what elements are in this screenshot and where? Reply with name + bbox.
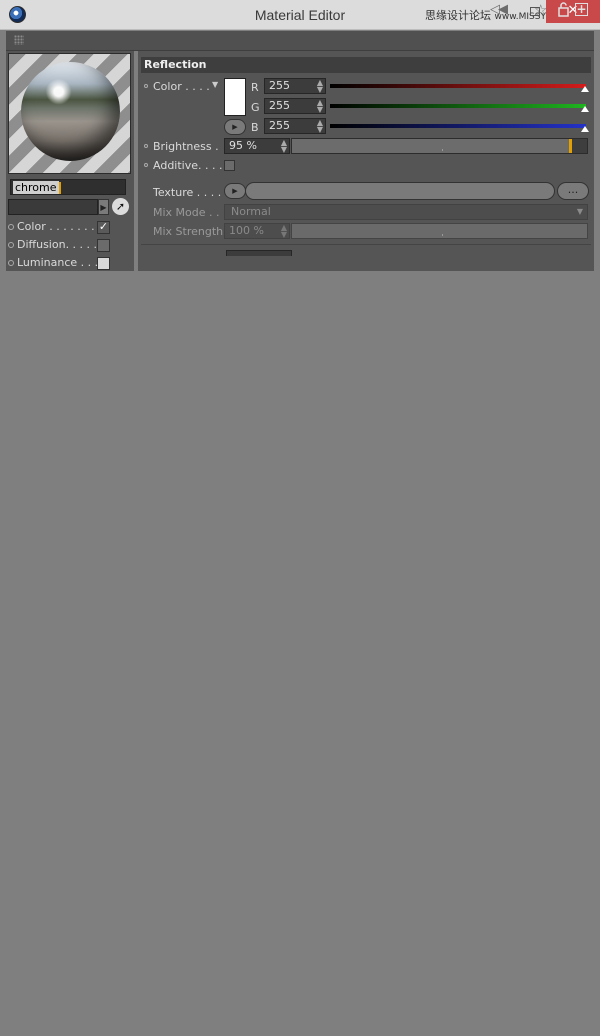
channel-diffusion-checkbox[interactable] [97,239,110,252]
chevron-down-icon: ▼ [576,207,583,216]
channel-color[interactable]: Color . . . . . . . . ✓ [8,219,112,235]
b-value: 255 [269,119,290,132]
spinner-icon[interactable]: ▲ ▼ [281,139,287,154]
slider-handle-icon[interactable] [581,106,589,112]
texture-toggle[interactable]: ▶ [224,183,246,199]
g-gradient-slider[interactable] [330,104,589,112]
toolbar [6,31,594,51]
brightness-slider-knob[interactable] [569,139,572,153]
lock-icon[interactable] [557,2,570,17]
brightness-slider[interactable] [291,138,588,154]
mix-mode-value: Normal [231,205,271,218]
additive-checkbox[interactable] [224,160,235,171]
channel-diffusion[interactable]: Diffusion. . . . . [8,237,112,253]
mix-strength-value-field[interactable]: 100 % ▲ ▼ [224,223,290,239]
color-picker-toggle[interactable]: ▶ [224,119,246,135]
r-value: 255 [269,79,290,92]
b-label: B [251,121,259,134]
r-label: R [251,81,259,94]
g-label: G [251,101,260,114]
brightness-label: Brightness . [153,140,219,153]
new-panel-icon[interactable]: + [575,3,588,16]
brightness-value-field[interactable]: 95 % ▲ ▼ [224,138,290,154]
keyframe-bullet-icon[interactable] [144,84,148,88]
texture-label: Texture . . . . [153,186,222,199]
dropdown-arrow-icon[interactable]: ▶ [98,199,109,215]
g-value-field[interactable]: 255 ▲ ▼ [264,98,326,114]
channel-dropdown[interactable] [8,199,98,215]
slider-handle-icon[interactable] [581,126,589,132]
brightness-value: 95 % [229,139,257,152]
watermark-cn: 思缘设计论坛 [425,9,491,22]
r-value-field[interactable]: 255 ▲ ▼ [264,78,326,94]
spinner-icon[interactable]: ▲ ▼ [281,224,287,239]
channel-color-checkbox[interactable]: ✓ [97,221,110,234]
close-button[interactable]: ✕ [546,0,600,23]
bookmark-star-icon[interactable]: ☆ [534,1,547,19]
slider-midpoint-tick [442,234,443,236]
mix-mode-label: Mix Mode . . [153,206,220,219]
b-value-field[interactable]: 255 ▲ ▼ [264,118,326,134]
section-header-reflection: Reflection [141,57,591,73]
partial-field-next-section[interactable] [226,250,292,256]
channel-bullet-icon [8,242,14,248]
mix-strength-value: 100 % [229,224,264,237]
spinner-icon[interactable]: ▲ ▼ [317,79,323,94]
color-label: Color . . . . [153,80,210,93]
keyframe-bullet-icon[interactable] [144,163,148,167]
mix-mode-select[interactable]: Normal ▼ [224,204,588,220]
channel-diffusion-label: Diffusion. . . . . [17,238,98,251]
color-swatch[interactable] [224,78,246,116]
material-preview[interactable] [8,53,131,174]
channel-bullet-icon [8,260,14,266]
color-expand-icon[interactable]: ▼ [212,80,218,89]
spinner-icon[interactable]: ▲ ▼ [317,99,323,114]
texture-slot[interactable] [245,182,555,200]
g-value: 255 [269,99,290,112]
pointer-picker-icon[interactable]: ➚ [112,198,129,215]
material-name-field[interactable]: chrome [10,179,126,195]
channel-luminance[interactable]: Luminance . . . [8,255,112,271]
channel-bullet-icon [8,224,14,230]
channel-color-label: Color . . . . . . . . [17,220,102,233]
material-name-text: chrome [13,181,59,194]
channel-luminance-label: Luminance . . . [17,256,99,269]
mix-strength-label: Mix Strength [153,225,224,238]
additive-label: Additive. . . . [153,159,223,172]
r-gradient-slider[interactable] [330,84,589,92]
chrome-sphere-preview [21,62,120,161]
grip-icon[interactable] [14,35,24,45]
mix-strength-slider[interactable] [291,223,588,239]
texture-browse-button[interactable]: ... [557,182,589,200]
slider-midpoint-tick [442,149,443,151]
navigation-arrows-icon[interactable]: ◁◀ [490,2,508,17]
spinner-icon[interactable]: ▲ ▼ [317,119,323,134]
text-caret [58,182,61,194]
slider-handle-icon[interactable] [581,86,589,92]
b-gradient-slider[interactable] [330,124,589,132]
section-divider [141,244,591,245]
channel-luminance-checkbox[interactable] [97,257,110,270]
brightness-slider-track-rest [572,139,587,153]
keyframe-bullet-icon[interactable] [144,144,148,148]
